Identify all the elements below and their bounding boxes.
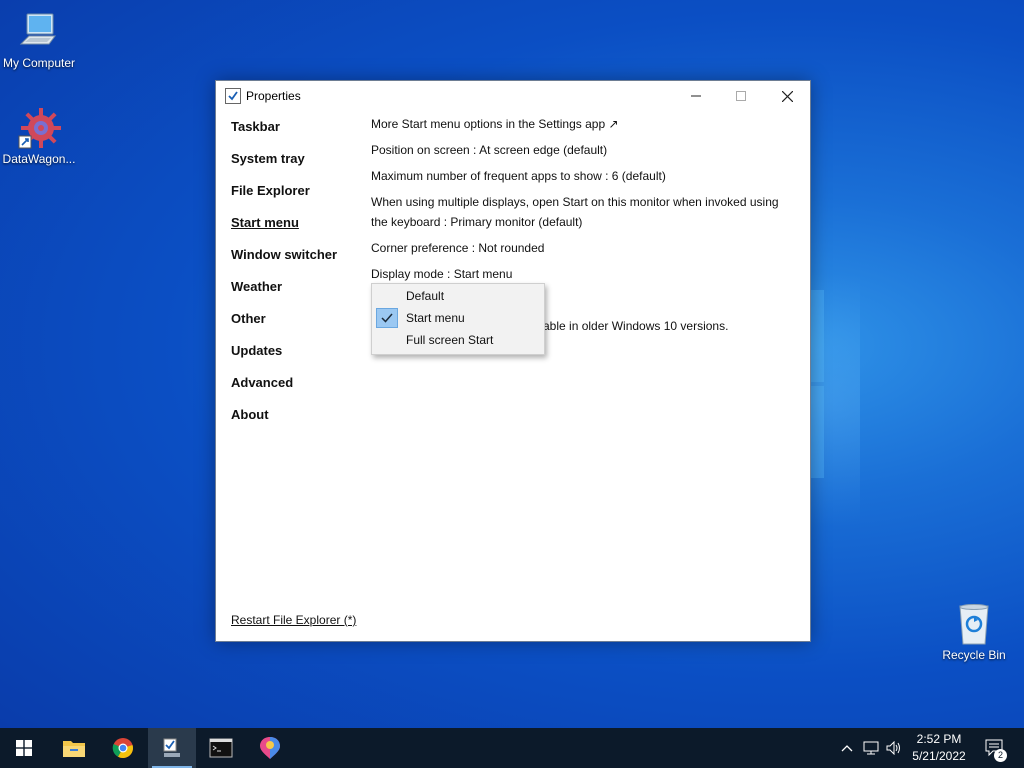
close-icon — [781, 90, 793, 102]
show-hidden-icons-button[interactable] — [836, 728, 858, 768]
clock-time: 2:52 PM — [916, 732, 962, 746]
menu-item-label: Full screen Start — [406, 333, 494, 347]
start-icon — [16, 740, 32, 756]
notification-center-button[interactable]: 2 — [980, 728, 1010, 768]
nav-item-other[interactable]: Other — [231, 311, 266, 326]
setting-more-options-link[interactable]: More Start menu options in the Settings … — [371, 117, 619, 131]
taskbar-clock[interactable]: 2:52 PM 5/21/2022 — [905, 731, 973, 765]
nav-item-window-switcher[interactable]: Window switcher — [231, 247, 337, 262]
desktop-icon-my-computer[interactable]: My Computer — [0, 10, 81, 70]
setting-max-frequent-apps[interactable]: Maximum number of frequent apps to show … — [371, 169, 666, 183]
nav-item-system-tray[interactable]: System tray — [231, 151, 305, 166]
restart-file-explorer-link[interactable]: Restart File Explorer (*) — [231, 613, 356, 627]
speaker-icon — [886, 741, 900, 755]
nav-item-about[interactable]: About — [231, 407, 269, 422]
display-mode-dropdown-menu: Default Start menu Full screen Start — [371, 283, 545, 355]
terminal-icon — [209, 738, 233, 758]
nav-item-weather[interactable]: Weather — [231, 279, 282, 294]
desktop-icon-label: DataWagon... — [2, 152, 76, 166]
menu-item-label: Default — [406, 289, 445, 303]
paint-icon — [260, 737, 280, 759]
menu-item-label: Start menu — [406, 311, 465, 325]
setting-multi-display-value[interactable]: the keyboard : Primary monitor (default) — [371, 215, 582, 229]
desktop-icon-recycle-bin[interactable]: Recycle Bin — [932, 602, 1016, 662]
nav-item-start-menu[interactable]: Start menu — [231, 215, 299, 230]
menu-item-default[interactable]: Default — [374, 286, 542, 306]
menu-item-start-menu[interactable]: Start menu — [374, 308, 542, 328]
desktop-icon-datawagon[interactable]: DataWagon... — [0, 106, 81, 166]
gear-icon — [17, 106, 61, 150]
setting-multi-display[interactable]: When using multiple displays, open Start… — [371, 195, 779, 209]
title-bar[interactable]: Properties — [216, 81, 810, 111]
taskbar-file-explorer[interactable] — [50, 728, 98, 768]
setting-position[interactable]: Position on screen : At screen edge (def… — [371, 143, 607, 157]
properties-window: Properties Taskbar System tray File Expl… — [215, 80, 811, 642]
close-button[interactable] — [764, 81, 810, 111]
chrome-icon — [112, 738, 133, 759]
desktop-icon-label: My Computer — [2, 56, 76, 70]
minimize-button[interactable] — [673, 81, 719, 111]
properties-app-icon — [163, 738, 180, 757]
start-button[interactable] — [0, 728, 48, 768]
maximize-button[interactable] — [718, 81, 764, 111]
desktop-icon-label: Recycle Bin — [942, 648, 1006, 662]
clock-date: 5/21/2022 — [912, 749, 966, 763]
chevron-up-icon — [841, 745, 853, 752]
maximize-icon — [736, 91, 746, 101]
taskbar-chrome[interactable] — [99, 728, 147, 768]
setting-display-mode[interactable]: Display mode : Start menu — [371, 267, 512, 281]
setting-note-partial: able in older Windows 10 versions. — [543, 319, 729, 333]
taskbar-terminal[interactable] — [197, 728, 245, 768]
volume-button[interactable] — [883, 728, 905, 768]
nav-item-file-explorer[interactable]: File Explorer — [231, 183, 310, 198]
network-icon — [863, 741, 879, 755]
checkmark-icon — [376, 308, 398, 328]
nav-item-taskbar[interactable]: Taskbar — [231, 119, 280, 134]
minimize-icon — [691, 95, 701, 97]
nav-item-updates[interactable]: Updates — [231, 343, 282, 358]
checkbox-app-icon — [225, 88, 241, 104]
taskbar-paint[interactable] — [246, 728, 294, 768]
notification-count-badge: 2 — [994, 749, 1007, 762]
computer-icon — [17, 10, 61, 54]
menu-item-full-screen-start[interactable]: Full screen Start — [374, 330, 542, 350]
taskbar: 2:52 PM 5/21/2022 2 — [0, 728, 1024, 768]
taskbar-properties-app[interactable] — [148, 728, 196, 768]
folder-icon — [63, 741, 85, 757]
window-title: Properties — [246, 89, 301, 103]
recycle-bin-icon — [952, 602, 996, 646]
setting-corner-preference[interactable]: Corner preference : Not rounded — [371, 241, 544, 255]
nav-item-advanced[interactable]: Advanced — [231, 375, 293, 390]
network-button[interactable] — [860, 728, 882, 768]
